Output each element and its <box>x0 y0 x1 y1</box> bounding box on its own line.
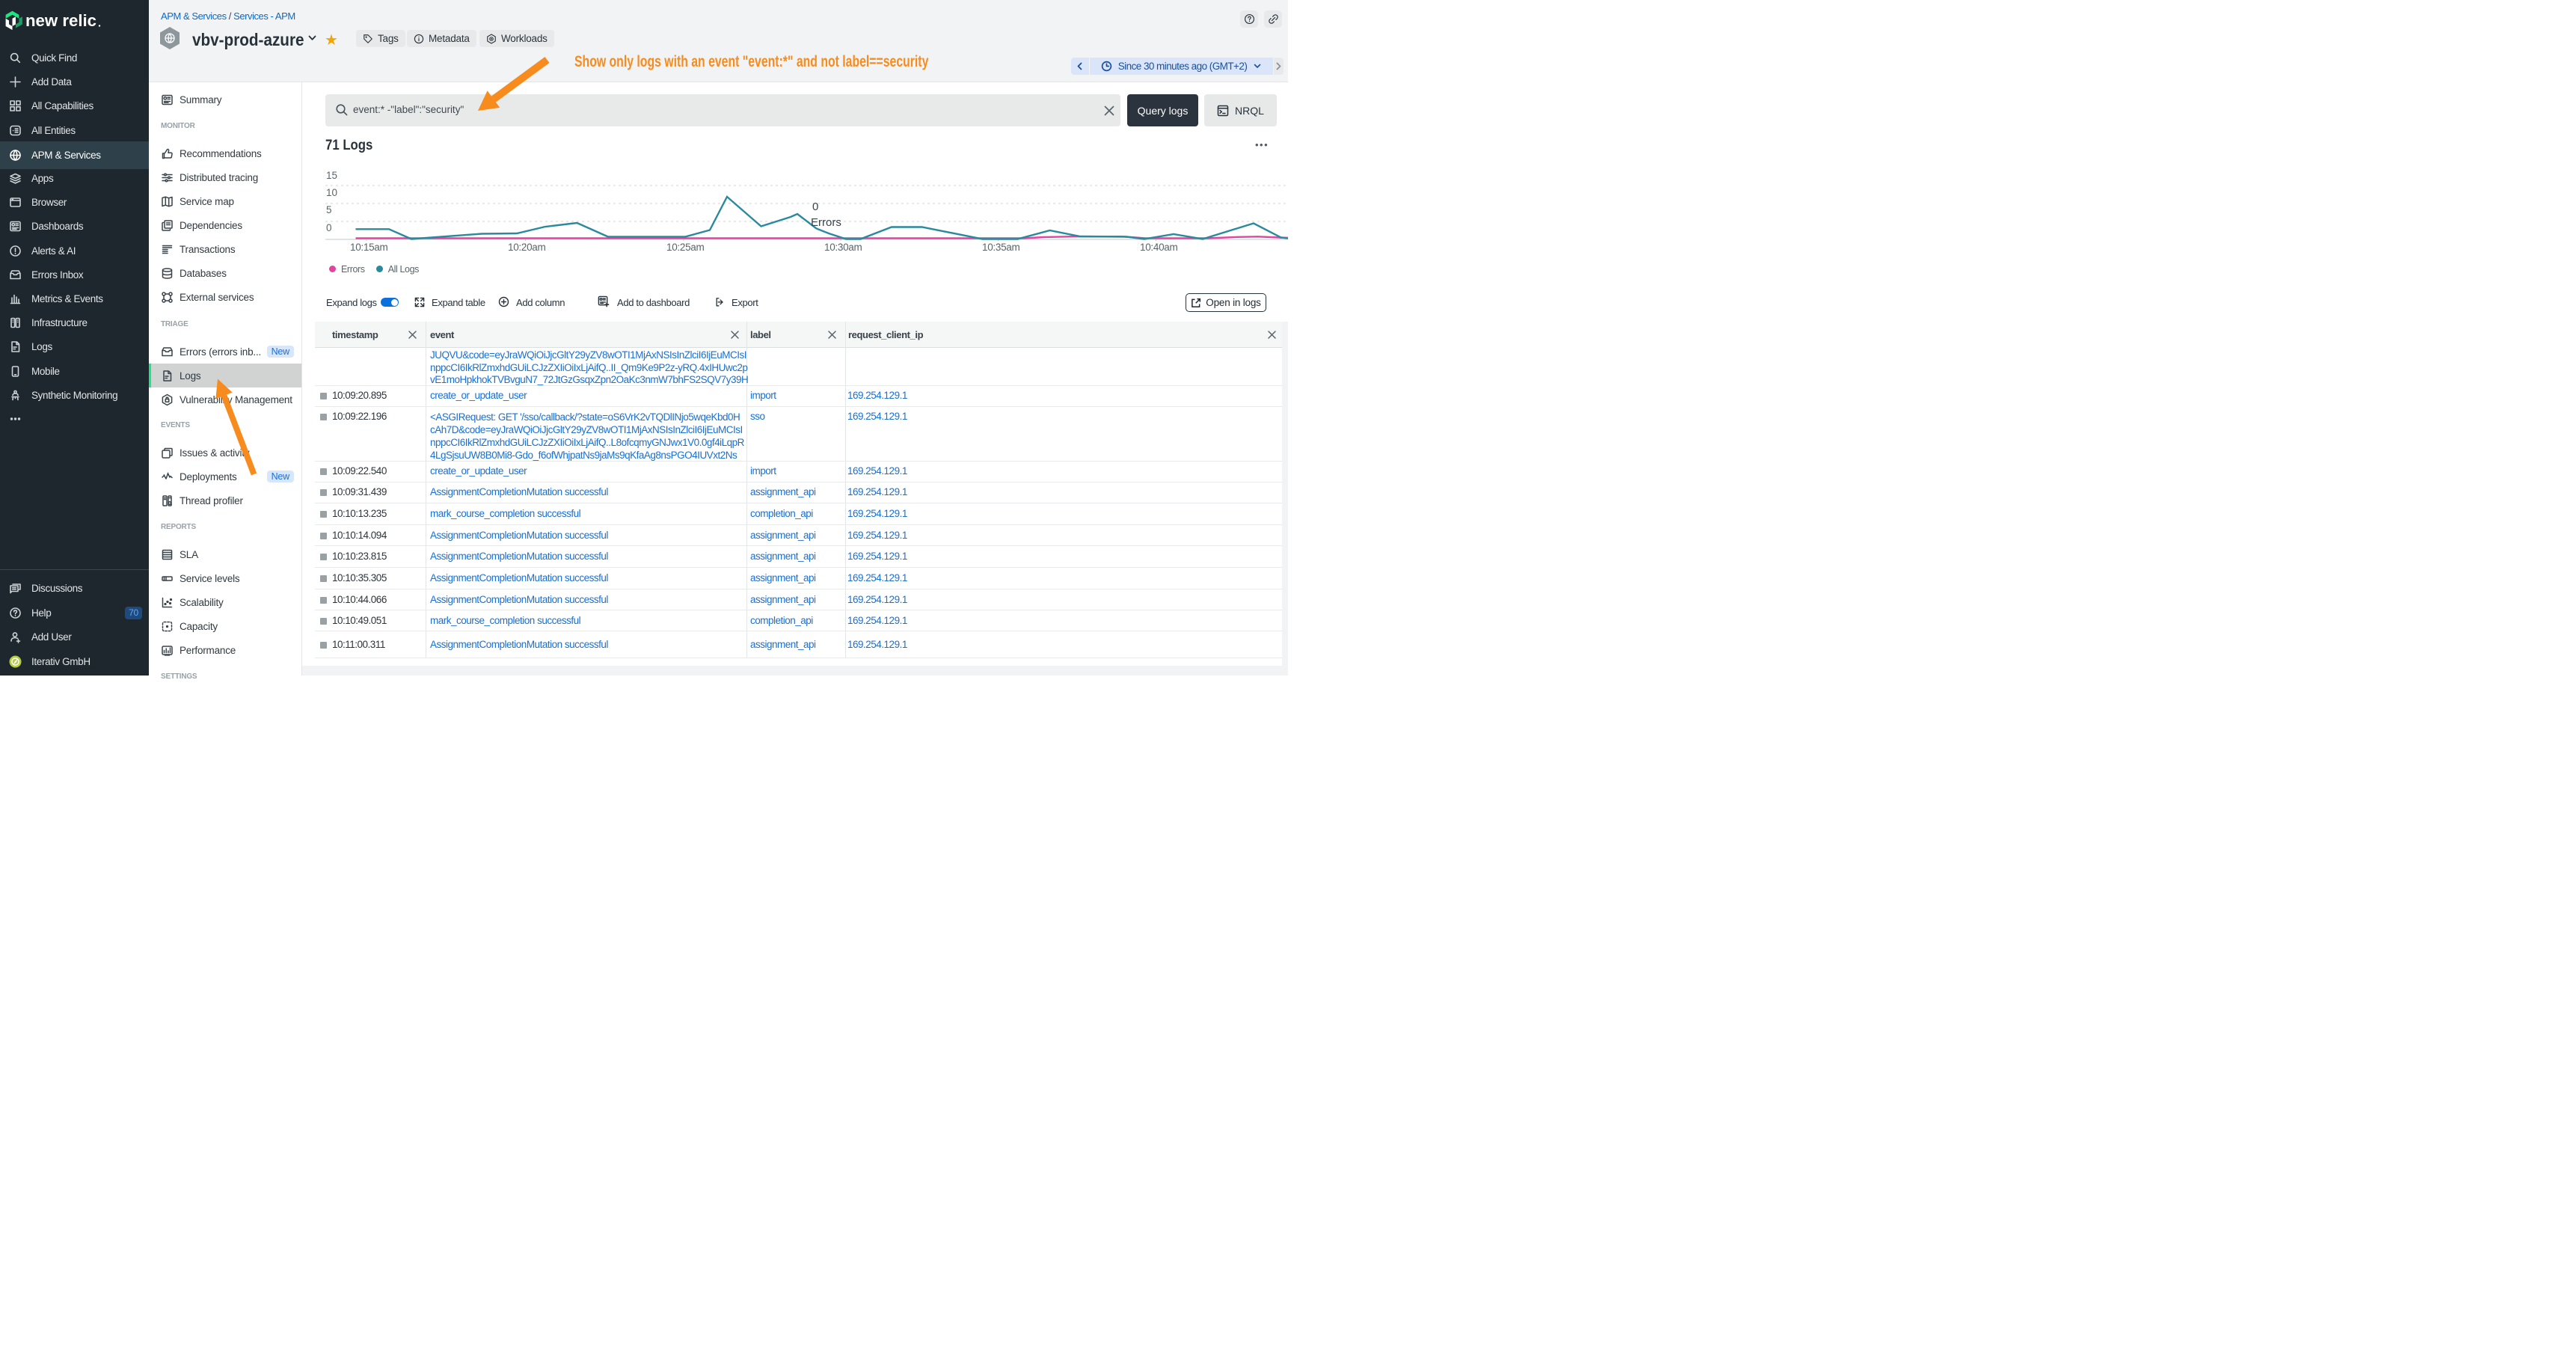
svg-text:new relic: new relic <box>25 11 96 30</box>
